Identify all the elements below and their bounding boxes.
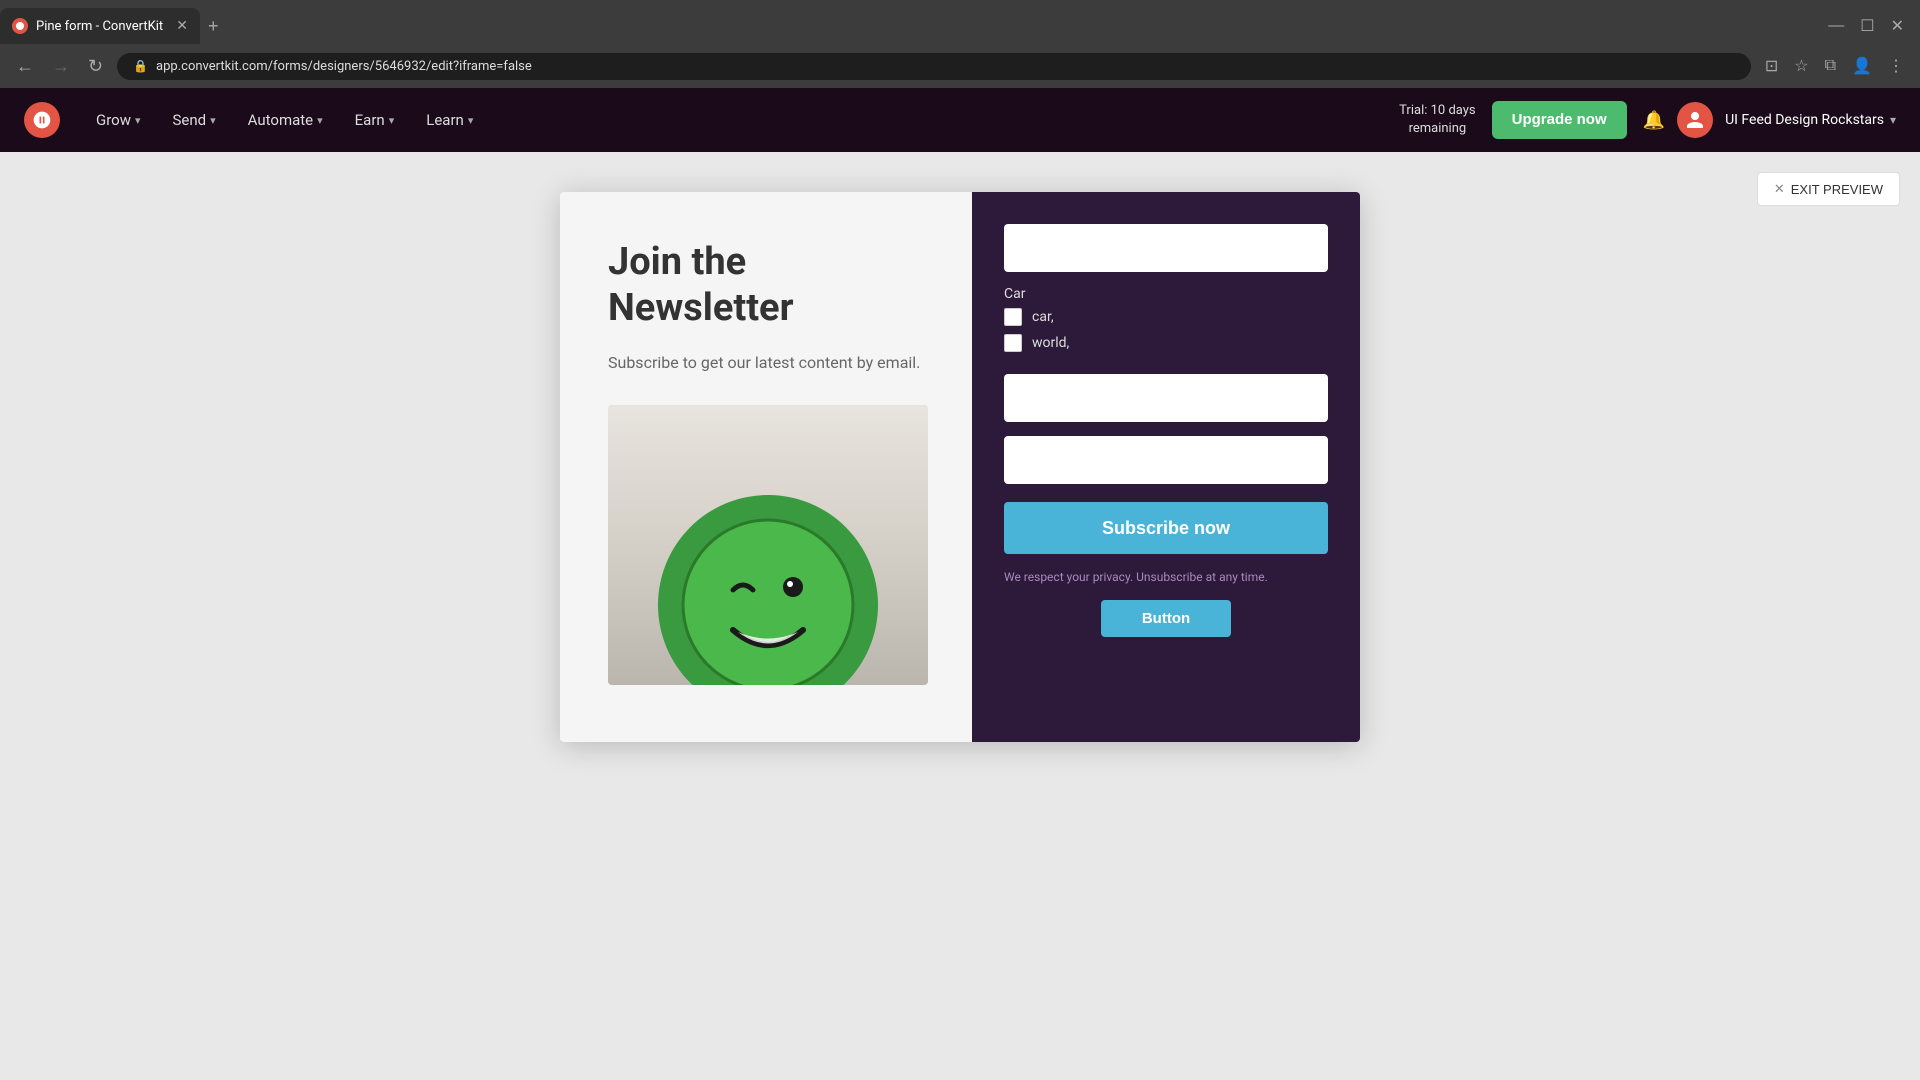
forward-button[interactable]: → [48,52,74,81]
user-avatar[interactable] [1677,102,1713,138]
lock-icon: 🔒 [133,59,148,73]
trial-text: Trial: 10 days remaining [1399,102,1475,138]
emoji-icon [658,495,878,685]
checkbox-car[interactable] [1004,308,1022,326]
exit-preview-x-icon: ✕ [1774,181,1785,197]
checkbox-car-label: car, [1032,309,1054,325]
checkbox-world-label: world, [1032,335,1069,351]
form-preview-card: Join the Newsletter Subscribe to get our… [560,192,1360,742]
privacy-text: We respect your privacy. Unsubscribe at … [1004,568,1328,586]
secondary-button[interactable]: Button [1101,600,1231,637]
send-chevron-icon: ▾ [210,114,216,127]
form-subtitle: Subscribe to get our latest content by e… [608,351,932,375]
form-image [608,405,928,685]
main-content: ✕ EXIT PREVIEW Join the Newsletter Subsc… [0,152,1920,1080]
browser-chrome: Pine form - ConvertKit ✕ + — ☐ ✕ ← → ↻ 🔒… [0,0,1920,88]
learn-chevron-icon: ▾ [468,114,474,127]
checkbox-row-world: world, [1004,334,1328,352]
exit-preview-button[interactable]: ✕ EXIT PREVIEW [1757,172,1900,206]
grow-chevron-icon: ▾ [135,114,141,127]
tab-title: Pine form - ConvertKit [36,19,168,34]
active-tab[interactable]: Pine form - ConvertKit ✕ [0,8,200,44]
toolbar-actions: ⊡ ☆ ⧉ 👤 ⋮ [1761,52,1908,80]
form-right-panel: Car car, world, Subscribe now We respect… [972,192,1360,742]
upgrade-button[interactable]: Upgrade now [1492,101,1627,139]
nav-send[interactable]: Send ▾ [157,88,232,152]
menu-icon[interactable]: ⋮ [1884,52,1908,80]
checkbox-row-car: car, [1004,308,1328,326]
checkbox-world[interactable] [1004,334,1022,352]
app-nav: Grow ▾ Send ▾ Automate ▾ Earn ▾ Learn ▾ … [0,88,1920,152]
extensions-icon[interactable]: ⧉ [1821,53,1840,79]
logo-button[interactable] [24,102,60,138]
restore-button[interactable]: ☐ [1852,12,1882,40]
close-tab-button[interactable]: ✕ [176,18,188,34]
workspace-selector[interactable]: UI Feed Design Rockstars ▾ [1725,112,1896,128]
back-button[interactable]: ← [12,52,38,81]
url-text: app.convertkit.com/forms/designers/56469… [156,59,532,74]
browser-toolbar: ← → ↻ 🔒 app.convertkit.com/forms/designe… [0,44,1920,88]
new-tab-button[interactable]: + [208,16,219,37]
nav-grow[interactable]: Grow ▾ [80,88,157,152]
bookmark-icon[interactable]: ☆ [1790,52,1812,80]
subscribe-button[interactable]: Subscribe now [1004,502,1328,554]
form-input-2[interactable] [1004,374,1328,422]
nav-earn[interactable]: Earn ▾ [339,88,411,152]
window-controls: — ☐ ✕ [1820,12,1920,40]
checkbox-group-label: Car [1004,286,1328,302]
form-left-panel: Join the Newsletter Subscribe to get our… [560,192,972,742]
minimize-button[interactable]: — [1820,12,1852,40]
checkbox-group: Car car, world, [1004,286,1328,360]
address-bar[interactable]: 🔒 app.convertkit.com/forms/designers/564… [117,53,1751,80]
workspace-chevron-icon: ▾ [1890,113,1896,127]
earn-chevron-icon: ▾ [389,114,395,127]
form-input-1[interactable] [1004,224,1328,272]
cast-icon[interactable]: ⊡ [1761,52,1782,80]
form-title: Join the Newsletter [608,240,932,331]
nav-learn[interactable]: Learn ▾ [410,88,489,152]
close-button[interactable]: ✕ [1883,12,1912,40]
tab-favicon [12,18,28,34]
bell-icon[interactable]: 🔔 [1643,110,1665,131]
exit-preview-label: EXIT PREVIEW [1791,182,1883,197]
nav-automate[interactable]: Automate ▾ [232,88,339,152]
form-input-3[interactable] [1004,436,1328,484]
tab-bar: Pine form - ConvertKit ✕ + — ☐ ✕ [0,0,1920,44]
automate-chevron-icon: ▾ [317,114,323,127]
reload-button[interactable]: ↻ [84,52,107,81]
profile-icon[interactable]: 👤 [1848,52,1876,80]
